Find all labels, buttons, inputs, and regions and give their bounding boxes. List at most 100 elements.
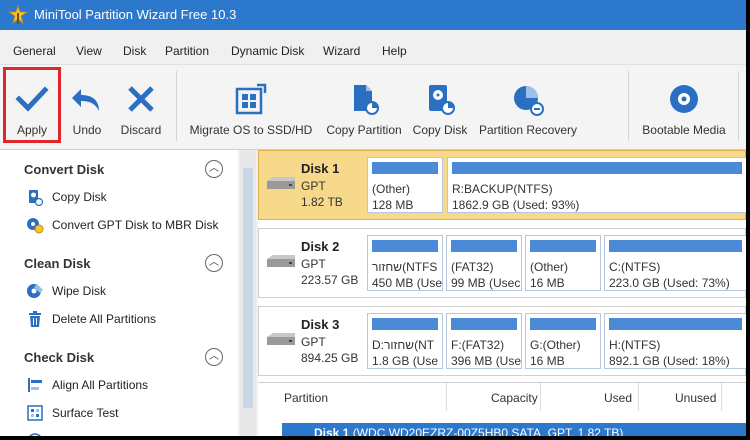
copy-disk-button[interactable]: Copy Disk (410, 65, 470, 145)
check-disk-heading: Check Disk (24, 350, 95, 365)
collapse-check-button[interactable]: ︿ (205, 348, 223, 366)
migrate-os-button[interactable]: Migrate OS to SSD/HD (184, 65, 318, 145)
collapse-clean-button[interactable]: ︿ (205, 254, 223, 272)
action-label: Copy Disk (52, 190, 107, 204)
row-disk-name: Disk 1 (314, 426, 350, 436)
toolbar: Apply Undo Discard Migrate OS to SSD/HD … (0, 64, 746, 150)
disk-name: Disk 1 (301, 161, 340, 176)
toolbar-separator (628, 71, 629, 141)
partition-info: 450 MB (Use (372, 276, 443, 290)
menu-general[interactable]: General (13, 44, 56, 58)
close-icon (128, 86, 154, 112)
collapse-convert-button[interactable]: ︿ (205, 160, 223, 178)
usage-bar (530, 318, 596, 330)
table-row[interactable]: Disk 1 (WDC WD20EZRZ-00Z5HB0 SATA, GPT, … (282, 423, 746, 436)
copy-partition-label: Copy Partition (326, 123, 402, 137)
window-title: MiniTool Partition Wizard Free 10.3 (34, 7, 237, 22)
partition-block[interactable]: D:שחזור(NT 1.8 GB (Use (367, 313, 443, 369)
partition-info: 223.0 GB (Used: 73%) (609, 276, 730, 290)
partition-label: C:(NTFS) (609, 260, 661, 274)
partition-label: (Other) (372, 182, 411, 196)
disk-row-2[interactable]: Disk 2 GPT 223.57 GB שחזור(NTFS 450 MB (… (258, 228, 746, 298)
partition-info: 99 MB (Usec (451, 276, 521, 290)
column-header-used[interactable]: Used (604, 391, 632, 405)
disk-size: 223.57 GB (301, 273, 359, 287)
partition-table: Partition Capacity Used Unused Disk 1 (W… (258, 382, 746, 436)
usage-bar (530, 240, 596, 252)
usage-bar (451, 240, 517, 252)
partition-block[interactable]: C:(NTFS) 223.0 GB (Used: 73%) (604, 235, 746, 291)
menu-dynamic-disk[interactable]: Dynamic Disk (231, 44, 304, 58)
disk-name: Disk 3 (301, 317, 340, 332)
partition-info: 16 MB (530, 276, 565, 290)
trash-icon (29, 311, 41, 327)
partition-block[interactable]: F:(FAT32) 396 MB (Use (446, 313, 522, 369)
usage-bar (372, 240, 438, 252)
action-label: Delete All Partitions (52, 312, 157, 326)
menu-help[interactable]: Help (382, 44, 407, 58)
app-window: MiniTool Partition Wizard Free 10.3 Gene… (0, 0, 746, 436)
partition-label: F:(FAT32) (451, 338, 505, 352)
partition-info: 396 MB (Use (451, 354, 522, 368)
column-separator[interactable] (540, 383, 541, 411)
disk-type: GPT (301, 257, 326, 271)
app-logo-icon (8, 5, 28, 25)
menu-view[interactable]: View (76, 44, 102, 58)
hard-disk-icon (267, 333, 295, 345)
copy-partition-button[interactable]: Copy Partition (322, 65, 406, 145)
toolbar-separator (738, 71, 739, 141)
menu-wizard[interactable]: Wizard (323, 44, 360, 58)
panel-scrollbar[interactable] (240, 150, 256, 436)
migrate-os-label: Migrate OS to SSD/HD (189, 123, 313, 137)
column-separator[interactable] (638, 383, 639, 411)
menu-bar: General View Disk Partition Dynamic Disk… (0, 38, 746, 64)
column-header-capacity[interactable]: Capacity (491, 391, 538, 405)
convert-disk-icon (27, 218, 44, 234)
column-separator[interactable] (721, 383, 722, 411)
menu-disk[interactable]: Disk (123, 44, 146, 58)
disk-size: 894.25 GB (301, 351, 359, 365)
action-label: Wipe Disk (52, 284, 107, 298)
partition-block[interactable]: H:(NTFS) 892.1 GB (Used: 18%) (604, 313, 746, 369)
partition-block[interactable]: G:(Other) 16 MB (525, 313, 601, 369)
align-icon (28, 378, 42, 392)
partition-block[interactable]: (Other) 128 MB (367, 157, 443, 213)
column-separator[interactable] (446, 383, 447, 411)
column-header-unused[interactable]: Unused (675, 391, 716, 405)
column-header-partition[interactable]: Partition (284, 391, 328, 405)
migrate-os-icon (235, 83, 267, 115)
partition-block[interactable]: שחזור(NTFS 450 MB (Use (367, 235, 443, 291)
action-label: Surface Test (52, 406, 119, 420)
row-disk-detail: (WDC WD20EZRZ-00Z5HB0 SATA, GPT, 1.82 TB… (352, 426, 624, 436)
partition-label: H:(NTFS) (609, 338, 661, 352)
menu-partition[interactable]: Partition (165, 44, 209, 58)
partition-label: (FAT32) (451, 260, 494, 274)
usage-bar (609, 318, 742, 330)
toolbar-separator (176, 71, 177, 141)
undo-button[interactable]: Undo (62, 65, 112, 145)
partition-recovery-button[interactable]: Partition Recovery (474, 65, 582, 145)
table-row-text: Disk 1 (WDC WD20EZRZ-00Z5HB0 SATA, GPT, … (314, 426, 623, 436)
scrollbar-thumb[interactable] (243, 168, 253, 408)
disk-row-1[interactable]: Disk 1 GPT 1.82 TB (Other) 128 MB R:BACK… (258, 150, 746, 220)
copy-disk-icon (29, 190, 44, 206)
copy-partition-icon (354, 85, 379, 115)
partition-info: 16 MB (530, 354, 565, 368)
hard-disk-icon (267, 255, 295, 267)
partition-label: G:(Other) (530, 338, 581, 352)
partition-info: 1.8 GB (Use (372, 354, 439, 368)
discard-button[interactable]: Discard (114, 65, 168, 145)
partition-block[interactable]: (Other) 16 MB (525, 235, 601, 291)
usage-bar (609, 240, 742, 252)
undo-label: Undo (72, 123, 102, 137)
chevron-up-icon: ︿ (209, 351, 219, 362)
partition-block[interactable]: R:BACKUP(NTFS) 1862.9 GB (Used: 93%) (447, 157, 746, 213)
usage-bar (451, 318, 517, 330)
title-bar[interactable]: MiniTool Partition Wizard Free 10.3 (0, 0, 746, 30)
bootable-media-button[interactable]: Bootable Media (636, 65, 732, 145)
partition-block[interactable]: (FAT32) 99 MB (Usec (446, 235, 522, 291)
partition-label: R:BACKUP(NTFS) (452, 182, 553, 196)
partition-info: 128 MB (372, 198, 414, 212)
action-label: Align All Partitions (52, 378, 149, 392)
disk-row-3[interactable]: Disk 3 GPT 894.25 GB D:שחזור(NT 1.8 GB (… (258, 306, 746, 376)
